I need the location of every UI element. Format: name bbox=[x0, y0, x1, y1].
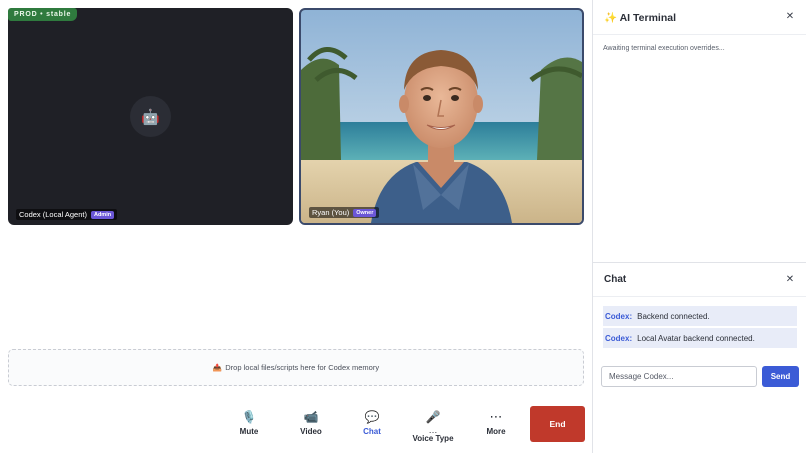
role-badge: Admin bbox=[90, 210, 115, 219]
chat-messages: Codex: Backend connected. Codex: Local A… bbox=[603, 306, 797, 350]
call-toolbar: 🎙️ Mute 📹 Video 💬 Chat 🎤 … Voice Type ⋯ … bbox=[0, 394, 592, 453]
video-button[interactable]: 📹 Video bbox=[289, 408, 333, 444]
chat-message: Codex: Local Avatar backend connected. bbox=[603, 328, 797, 348]
side-panel: ✨ AI Terminal ✕ Awaiting terminal execut… bbox=[592, 0, 806, 453]
microphone-icon: 🎙️ bbox=[241, 410, 257, 424]
microphone-icon: 🎤 bbox=[425, 410, 441, 424]
chat-panel: Chat ✕ Codex: Backend connected. Codex: … bbox=[593, 263, 806, 453]
participant-tile-agent[interactable]: 🤖 Codex (Local Agent) Admin bbox=[8, 8, 293, 225]
chat-label: Chat bbox=[363, 427, 381, 436]
message-sender: Codex: bbox=[605, 311, 633, 321]
participant-video-feed bbox=[301, 10, 582, 223]
chat-message: Codex: Backend connected. bbox=[603, 306, 797, 326]
chat-title: Chat bbox=[604, 274, 627, 285]
chat-button[interactable]: 💬 Chat bbox=[350, 408, 394, 444]
participant-tile-self[interactable]: Ryan (You) Owner bbox=[299, 8, 584, 225]
voice-type-label: Voice Type bbox=[412, 434, 454, 443]
more-button[interactable]: ⋯ More bbox=[474, 408, 518, 444]
file-dropzone[interactable]: 📤 Drop local files/scripts here for Code… bbox=[8, 349, 584, 386]
chat-bubble-icon: 💬 bbox=[364, 410, 380, 424]
video-camera-icon: 📹 bbox=[303, 410, 319, 424]
mute-label: Mute bbox=[239, 427, 259, 436]
robot-icon: 🤖 bbox=[130, 96, 171, 137]
video-label: Video bbox=[300, 427, 322, 436]
more-dots-icon: ⋯ bbox=[489, 409, 503, 424]
chat-composer: Send bbox=[601, 366, 799, 387]
end-call-button[interactable]: End bbox=[530, 406, 585, 442]
terminal-output: Awaiting terminal execution overrides... bbox=[603, 45, 725, 52]
dropzone-label: Drop local files/scripts here for Codex … bbox=[225, 363, 380, 372]
chat-header: Chat ✕ bbox=[593, 263, 806, 297]
mute-button[interactable]: 🎙️ Mute bbox=[227, 408, 271, 444]
message-input[interactable] bbox=[601, 366, 757, 387]
message-sender: Codex: bbox=[605, 333, 633, 343]
close-chat-icon[interactable]: ✕ bbox=[784, 274, 796, 286]
meeting-app: PROD • stable 🤖 Codex (Local Agent) Admi… bbox=[0, 0, 806, 453]
upload-icon: 📤 bbox=[212, 363, 223, 372]
terminal-header: ✨ AI Terminal ✕ bbox=[593, 0, 806, 35]
terminal-title: ✨ AI Terminal bbox=[604, 11, 677, 24]
participant-name-tag: Ryan (You) Owner bbox=[309, 207, 380, 218]
participant-name-tag: Codex (Local Agent) Admin bbox=[16, 209, 118, 220]
participant-name: Ryan (You) bbox=[312, 208, 350, 217]
send-button[interactable]: Send bbox=[762, 366, 799, 387]
environment-badge: PROD • stable bbox=[8, 8, 78, 21]
message-text: Backend connected. bbox=[637, 311, 710, 321]
video-stage: PROD • stable 🤖 Codex (Local Agent) Admi… bbox=[0, 0, 592, 394]
ellipsis-icon: … bbox=[428, 425, 438, 435]
close-terminal-icon[interactable]: ✕ bbox=[784, 11, 796, 23]
ai-terminal-panel: ✨ AI Terminal ✕ Awaiting terminal execut… bbox=[593, 0, 806, 263]
voice-type-button[interactable]: 🎤 … Voice Type bbox=[410, 408, 456, 444]
role-badge: Owner bbox=[353, 208, 377, 217]
more-label: More bbox=[486, 427, 506, 436]
participant-name: Codex (Local Agent) bbox=[19, 210, 87, 219]
message-text: Local Avatar backend connected. bbox=[637, 333, 755, 343]
